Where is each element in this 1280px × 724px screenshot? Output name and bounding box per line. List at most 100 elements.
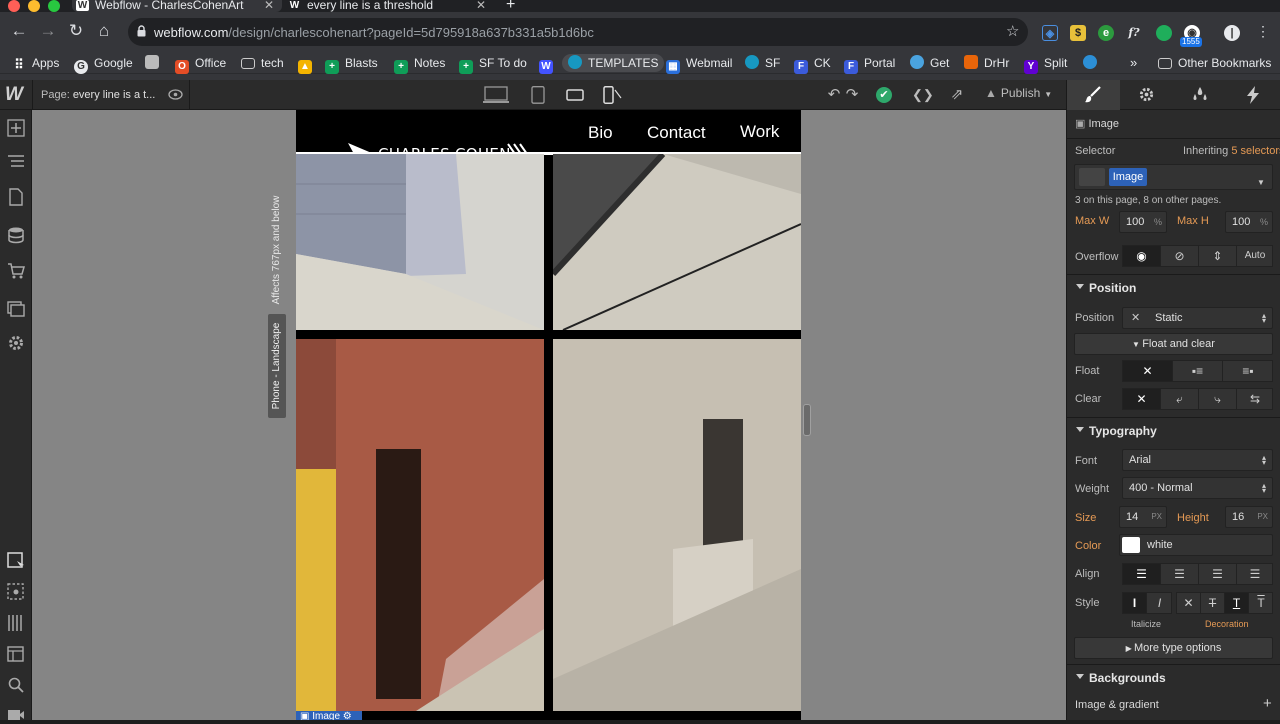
- backgrounds-section-header[interactable]: Backgrounds: [1067, 664, 1280, 690]
- forward-button[interactable]: →: [37, 20, 59, 42]
- pages-icon[interactable]: [7, 188, 25, 206]
- add-panel-icon[interactable]: [7, 119, 25, 137]
- bookmark-templates[interactable]: TEMPLATES: [562, 54, 665, 72]
- gallery-image-1[interactable]: [296, 154, 544, 330]
- align-center-icon[interactable]: ☰: [1161, 564, 1199, 584]
- phone-portrait-breakpoint-icon[interactable]: [603, 86, 623, 104]
- bookmark-printer[interactable]: [145, 54, 165, 72]
- max-height-input[interactable]: 100%: [1225, 211, 1273, 233]
- bookmark-office[interactable]: O Office: [175, 54, 226, 74]
- nav-link-work[interactable]: Work: [740, 122, 779, 142]
- bookmark-notes[interactable]: + Notes: [394, 54, 445, 74]
- bookmark-split[interactable]: Y Split: [1024, 54, 1067, 74]
- code-export-icon[interactable]: ❮❯: [912, 87, 934, 103]
- desktop-breakpoint-icon[interactable]: [483, 86, 509, 104]
- select-element-icon[interactable]: [7, 552, 25, 570]
- bookmark-globe[interactable]: [1083, 54, 1103, 72]
- float-right-icon[interactable]: ≡▪: [1223, 361, 1273, 381]
- overline-icon[interactable]: T: [1249, 593, 1273, 613]
- new-tab-button[interactable]: +: [506, 0, 526, 12]
- navigator-icon[interactable]: [7, 153, 25, 171]
- underline-icon[interactable]: T: [1225, 593, 1249, 613]
- overflow-auto-button[interactable]: Auto: [1237, 246, 1273, 266]
- breakpoint-tab[interactable]: Phone - Landscape: [268, 314, 286, 418]
- overflow-hidden-icon[interactable]: ⊘: [1161, 246, 1199, 266]
- tab-style[interactable]: [1067, 80, 1120, 110]
- selector-state-icon[interactable]: [1079, 168, 1105, 186]
- reload-button[interactable]: ↻: [65, 20, 87, 42]
- gallery-image-4[interactable]: [553, 339, 801, 711]
- clear-both-icon[interactable]: ⇆: [1237, 389, 1273, 409]
- shield-extension-icon[interactable]: ◈: [1042, 25, 1058, 41]
- bookmark-webmail[interactable]: ▦ Webmail: [666, 54, 732, 74]
- tab-style-manager[interactable]: [1173, 80, 1226, 110]
- browser-menu-icon[interactable]: ⋮: [1252, 20, 1274, 42]
- float-left-icon[interactable]: ▪≡: [1173, 361, 1223, 381]
- line-height-input[interactable]: 16 PX: [1225, 506, 1273, 528]
- nav-link-bio[interactable]: Bio: [588, 123, 613, 143]
- clear-none-icon[interactable]: ✕: [1123, 389, 1161, 409]
- strikethrough-icon[interactable]: T: [1201, 593, 1225, 613]
- bookmark-sf-todo[interactable]: + SF To do: [459, 54, 527, 74]
- color-swatch[interactable]: [1122, 537, 1140, 553]
- color-input[interactable]: white: [1119, 534, 1273, 556]
- back-button[interactable]: ←: [8, 20, 30, 42]
- selected-element-tag[interactable]: ▣ Image ⚙: [296, 711, 362, 720]
- max-height-unit[interactable]: %: [1260, 212, 1268, 232]
- font-size-input[interactable]: 14 PX: [1119, 506, 1167, 528]
- nav-link-contact[interactable]: Contact: [647, 123, 706, 143]
- bookmark-star-icon[interactable]: ☆: [1006, 22, 1019, 40]
- tablet-breakpoint-icon[interactable]: [531, 86, 545, 104]
- extension-icon[interactable]: $: [1070, 25, 1086, 41]
- overflow-visible-icon[interactable]: ◉: [1123, 246, 1161, 266]
- position-select[interactable]: ✕ Static ▴ ▾: [1122, 307, 1273, 329]
- evernote-extension-icon[interactable]: e: [1098, 25, 1114, 41]
- webflow-logo-icon[interactable]: W: [5, 84, 23, 106]
- align-left-icon[interactable]: ☰: [1123, 564, 1161, 584]
- selector-field[interactable]: Image ▼: [1074, 164, 1273, 190]
- canvas-resize-handle[interactable]: [803, 404, 811, 436]
- settings-gear-icon[interactable]: [7, 334, 25, 352]
- max-width-input[interactable]: 100%: [1119, 211, 1167, 233]
- float-none-icon[interactable]: ✕: [1123, 361, 1173, 381]
- zoom-window-button[interactable]: [48, 0, 60, 12]
- minimize-window-button[interactable]: [28, 0, 40, 12]
- function-extension-icon[interactable]: f?: [1126, 25, 1142, 41]
- publish-button[interactable]: ▲ Publish ▼: [985, 86, 1052, 100]
- close-tab-icon[interactable]: ✕: [476, 0, 486, 11]
- align-justify-icon[interactable]: ☰: [1237, 564, 1273, 584]
- settings-gear-icon[interactable]: ⚙: [340, 711, 352, 720]
- phone-landscape-breakpoint-icon[interactable]: [566, 86, 584, 104]
- align-right-icon[interactable]: ☰: [1199, 564, 1237, 584]
- gallery-image-2[interactable]: [553, 154, 801, 330]
- float-and-clear-toggle[interactable]: ▼ Float and clear: [1074, 333, 1273, 355]
- weight-select[interactable]: 400 - Normal ▴ ▾: [1122, 477, 1273, 499]
- selector-chip[interactable]: Image: [1109, 168, 1147, 186]
- guides-icon[interactable]: [7, 614, 25, 632]
- bookmark-drhr[interactable]: DrHr: [964, 54, 1009, 72]
- font-select[interactable]: Arial ▴ ▾: [1122, 449, 1273, 471]
- line-height-unit[interactable]: PX: [1257, 507, 1268, 527]
- bookmark-sf[interactable]: SF: [745, 54, 780, 72]
- browser-tab[interactable]: Wevery line is a threshold ✕: [284, 0, 494, 12]
- x-ray-mode-icon[interactable]: [7, 583, 25, 601]
- italic-on-icon[interactable]: I: [1147, 593, 1172, 613]
- tab-interactions[interactable]: [1226, 80, 1279, 110]
- video-help-icon[interactable]: [7, 706, 25, 724]
- typography-section-header[interactable]: Typography: [1067, 417, 1280, 443]
- italic-off-icon[interactable]: I: [1123, 593, 1147, 613]
- font-size-unit[interactable]: PX: [1151, 507, 1162, 527]
- bookmark-ck[interactable]: F CK: [794, 54, 831, 74]
- bookmark-drive[interactable]: ▲: [298, 54, 318, 74]
- assets-icon[interactable]: [7, 299, 25, 317]
- max-width-unit[interactable]: %: [1154, 212, 1162, 232]
- chevron-down-icon[interactable]: ▼: [1257, 173, 1265, 193]
- preview-layout-icon[interactable]: [7, 645, 25, 663]
- green-extension-icon[interactable]: [1156, 25, 1172, 41]
- gallery-image-3[interactable]: [296, 339, 544, 711]
- close-window-button[interactable]: [8, 0, 20, 12]
- other-bookmarks[interactable]: Other Bookmarks: [1158, 54, 1271, 72]
- site-preview[interactable]: CHARLES COHEN Bio Contact Work ▣ Image ⚙: [296, 110, 801, 720]
- account-avatar[interactable]: |: [1224, 25, 1240, 41]
- more-type-options-toggle[interactable]: ▶ More type options: [1074, 637, 1273, 659]
